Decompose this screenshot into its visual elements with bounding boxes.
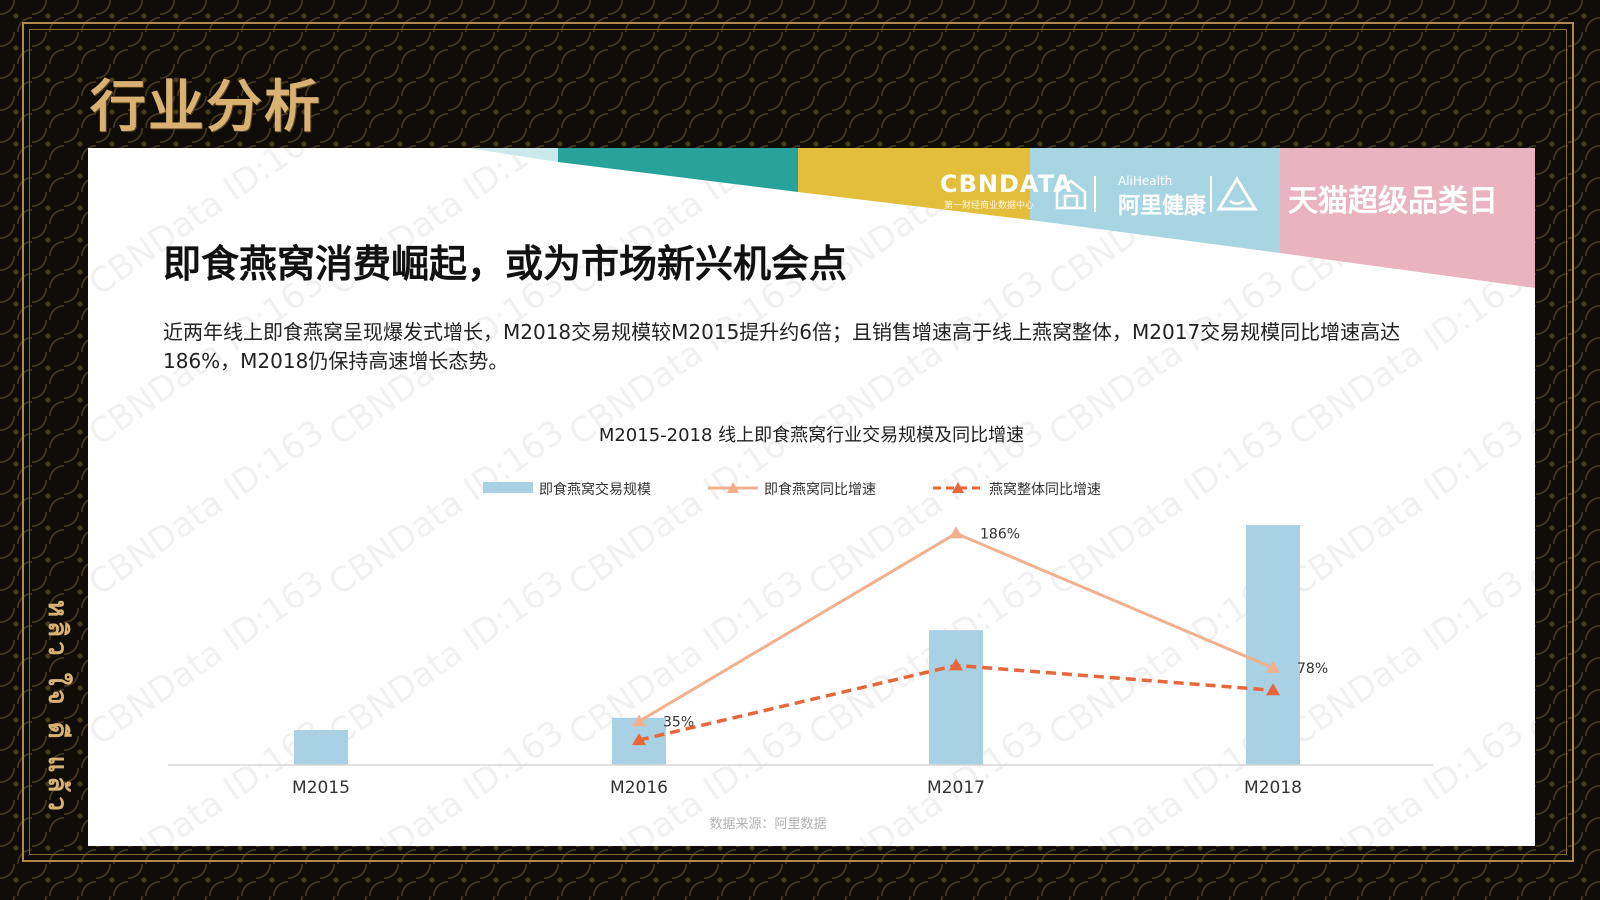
tmall-icon (1216, 176, 1258, 211)
x-tick-label: M2017 (927, 778, 985, 798)
bar (929, 630, 983, 765)
legend-label: 即食燕窝同比增速 (764, 481, 876, 498)
slide-description: 近两年线上即食燕窝呈现爆发式增长，M2018交易规模较M2015提升约6倍；且销… (163, 320, 1401, 373)
brand-divider (1094, 176, 1096, 212)
slide-panel: CBNData ID:163 CBNData ID:163 CBNData ID:1… (88, 148, 1535, 846)
data-label: 35% (663, 714, 694, 730)
line-marker (949, 526, 963, 539)
x-tick-label: M2016 (610, 778, 668, 798)
alihealth-logo-en: AliHealth (1118, 174, 1173, 188)
cbndata-logo-subtitle: 第一财经商业数据中心 (944, 201, 1035, 211)
legend-label: 燕窝整体同比增速 (989, 481, 1101, 498)
data-label: 186% (980, 526, 1020, 542)
bar (294, 730, 348, 765)
banner-stripe-pale (468, 148, 558, 162)
cbndata-logo: CBNDATA (940, 170, 1073, 198)
x-tick-label: M2015 (292, 778, 350, 798)
side-decorative-text: หลิว ใจ ดี แล้ว (42, 600, 72, 815)
banner-stripe-teal (558, 148, 798, 192)
legend-swatch-bar (483, 482, 533, 493)
x-tick-label: M2018 (1244, 778, 1302, 798)
tmall-logo: 天猫超级品类日 (1288, 184, 1498, 219)
brand-divider (1210, 176, 1212, 212)
bar (1246, 525, 1300, 765)
data-label: 78% (1297, 661, 1328, 677)
page-title: 行业分析 (90, 75, 322, 140)
alihealth-logo: 阿里健康 (1118, 194, 1207, 219)
chart-canvas: 即食燕窝交易规模 即食燕窝同比增速 燕窝整体同比增速 M2015 M2016 M2017 M… (168, 481, 1433, 832)
chart-title: M2015-2018 线上即食燕窝行业交易规模及同比增速 (598, 425, 1025, 446)
legend-label: 即食燕窝交易规模 (539, 481, 651, 498)
source-note: 数据来源：阿里数据 (709, 817, 826, 832)
slide-headline: 即食燕窝消费崛起，或为市场新兴机会点 (163, 242, 848, 286)
alihealth-icon (1055, 179, 1087, 210)
